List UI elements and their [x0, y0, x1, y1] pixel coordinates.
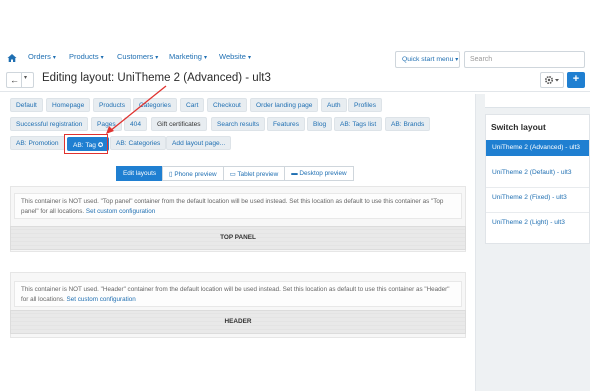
header-notice: This container is NOT used. "Header" con…: [14, 281, 462, 307]
location-tab-ab-tags-list[interactable]: AB: Tags list: [334, 117, 383, 131]
desktop-preview-label: Desktop preview: [299, 170, 347, 177]
location-tab-404[interactable]: 404: [124, 117, 148, 131]
search-placeholder: Search: [470, 56, 493, 63]
phone-preview-tab[interactable]: ▯ Phone preview: [162, 166, 224, 181]
sidebar-divider: [486, 212, 589, 213]
quick-start-menu-button[interactable]: Quick start menu ▾: [395, 51, 460, 68]
header-bar[interactable]: HEADER: [10, 310, 466, 334]
nav-products[interactable]: Products ▾: [69, 52, 104, 61]
location-tab-blog[interactable]: Blog: [307, 117, 333, 131]
chevron-down-icon: ▾: [247, 55, 251, 61]
location-tab-checkout[interactable]: Checkout: [207, 98, 247, 112]
quick-start-label: Quick start menu: [402, 56, 454, 63]
settings-button[interactable]: [540, 72, 564, 88]
add-button[interactable]: +: [567, 72, 585, 88]
back-button-group[interactable]: ← ▾: [6, 72, 34, 88]
top-panel-notice: This container is NOT used. "Top panel" …: [14, 193, 462, 219]
nav-marketing-label: Marketing: [169, 52, 202, 61]
tablet-icon: ▭: [229, 171, 236, 178]
chevron-down-icon: ▾: [455, 57, 459, 63]
layout-item-default[interactable]: UniTheme 2 (Default) - ult3: [486, 165, 589, 181]
nav-orders[interactable]: Orders ▾: [28, 52, 56, 61]
chevron-down-icon: ▾: [155, 55, 159, 61]
location-tab-cart[interactable]: Cart: [180, 98, 205, 112]
location-tab-products[interactable]: Products: [93, 98, 132, 112]
desktop-icon: ▬: [291, 170, 298, 177]
location-tab-categories[interactable]: Categories: [133, 98, 177, 112]
button-divider: [21, 73, 22, 87]
location-tab-homepage[interactable]: Homepage: [46, 98, 91, 112]
header-label: HEADER: [224, 318, 252, 325]
location-tab-ab-brands[interactable]: AB: Brands: [385, 117, 431, 131]
view-mode-switch: Edit layouts ▯ Phone preview ▭ Tablet pr…: [116, 166, 354, 181]
set-custom-configuration-link[interactable]: Set custom configuration: [67, 296, 136, 303]
top-panel-bar[interactable]: TOP PANEL: [10, 226, 466, 250]
layout-item-light[interactable]: UniTheme 2 (Light) - ult3: [486, 215, 589, 231]
tablet-preview-tab[interactable]: ▭ Tablet preview: [222, 166, 286, 181]
arrow-left-icon[interactable]: ←: [10, 75, 19, 85]
phone-icon: ▯: [169, 171, 173, 178]
phone-preview-label: Phone preview: [174, 171, 217, 178]
sidebar-top-card: [485, 94, 590, 108]
layout-item-fixed[interactable]: UniTheme 2 (Fixed) - ult3: [486, 190, 589, 206]
chevron-down-icon: ▾: [203, 55, 207, 61]
top-panel-label: TOP PANEL: [220, 234, 256, 241]
nav-orders-label: Orders: [28, 52, 51, 61]
annotation-highlight-box: [64, 134, 108, 154]
nav-website-label: Website: [219, 52, 246, 61]
nav-marketing[interactable]: Marketing ▾: [169, 52, 207, 61]
plus-icon: +: [572, 73, 580, 85]
desktop-preview-tab[interactable]: ▬ Desktop preview: [284, 166, 354, 181]
header-divider: [0, 91, 590, 92]
location-tab-default[interactable]: Default: [10, 98, 43, 112]
location-tab-search-results[interactable]: Search results: [211, 117, 266, 131]
location-tab-features[interactable]: Features: [267, 117, 306, 131]
set-custom-configuration-link[interactable]: Set custom configuration: [86, 208, 155, 215]
location-tab-pages[interactable]: Pages: [91, 117, 122, 131]
add-layout-page-button[interactable]: Add layout page...: [166, 136, 232, 150]
nav-customers-label: Customers: [117, 52, 154, 61]
gear-icon: [545, 75, 559, 85]
location-tab-order-landing-page[interactable]: Order landing page: [250, 98, 319, 112]
location-tab-successful-registration[interactable]: Successful registration: [10, 117, 89, 131]
page-title: Editing layout: UniTheme 2 (Advanced) - …: [42, 72, 271, 84]
edit-layouts-tab[interactable]: Edit layouts: [116, 166, 164, 181]
chevron-down-icon: ▾: [52, 55, 56, 61]
location-tab-auth[interactable]: Auth: [321, 98, 347, 112]
switch-layout-title: Switch layout: [491, 122, 546, 132]
location-tab-profiles[interactable]: Profiles: [348, 98, 382, 112]
chevron-down-icon: ▾: [100, 55, 104, 61]
location-tab-ab-categories[interactable]: AB: Categories: [110, 136, 167, 150]
home-icon[interactable]: [7, 53, 17, 63]
nav-customers[interactable]: Customers ▾: [117, 52, 158, 61]
location-tab-ab-promotion[interactable]: AB: Promotion: [10, 136, 65, 150]
tablet-preview-label: Tablet preview: [237, 171, 279, 178]
nav-website[interactable]: Website ▾: [219, 52, 251, 61]
location-tab-gift-certificates[interactable]: Gift certificates: [151, 117, 207, 131]
chevron-down-icon[interactable]: ▾: [24, 74, 27, 81]
layout-item-advanced[interactable]: UniTheme 2 (Advanced) - ult3: [486, 140, 589, 156]
nav-products-label: Products: [69, 52, 99, 61]
sidebar-divider: [486, 187, 589, 188]
top-panel-notice-text: This container is NOT used. "Top panel" …: [21, 198, 444, 215]
search-input[interactable]: Search: [464, 51, 585, 68]
